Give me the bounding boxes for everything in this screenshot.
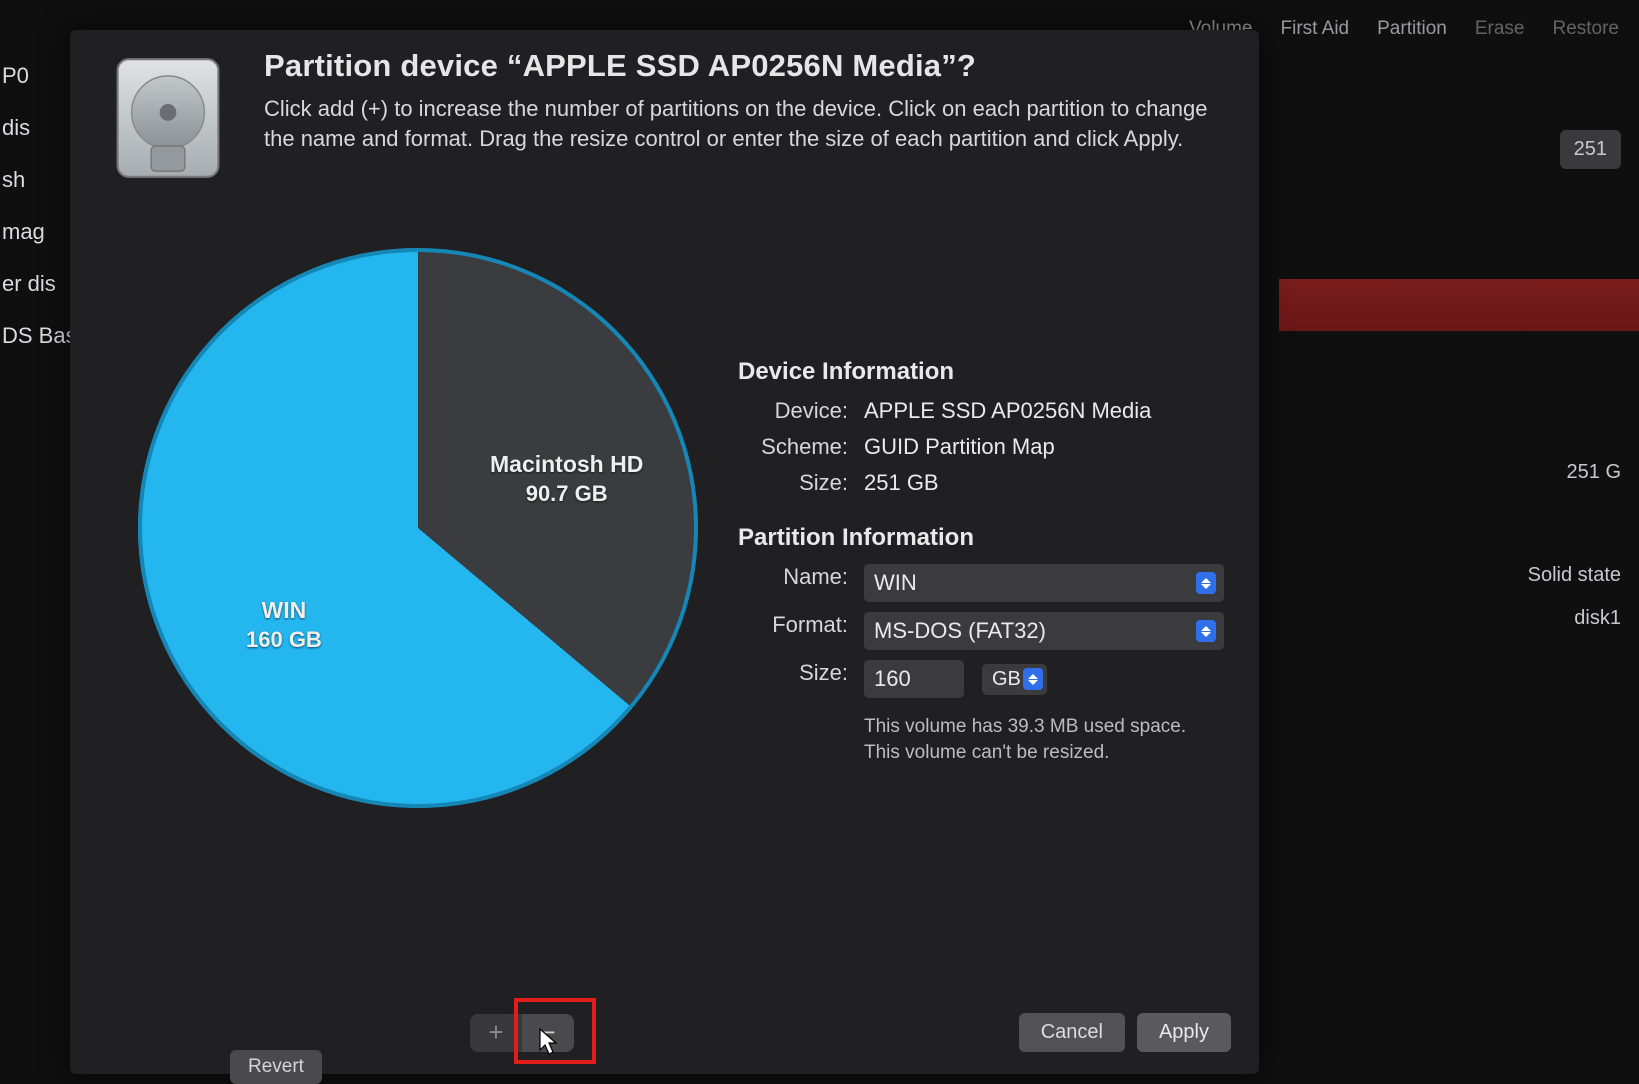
toolbar-item-partition[interactable]: Partition [1377,18,1447,40]
bg-info-row: 251 G [1279,451,1639,494]
bg-sidebar-item: DS Bas [2,310,70,362]
bg-sidebar-item: er dis [2,258,70,310]
partition-name-input[interactable] [864,564,1224,602]
pie-slice-name: WIN [246,596,322,626]
bg-sidebar-item: sh [2,154,70,206]
revert-button[interactable]: Revert [230,1050,322,1084]
partition-hint: This volume has 39.3 MB used space. This… [738,714,1231,765]
pie-slice-size: 90.7 GB [490,480,643,509]
label-size: Size: [738,470,848,496]
bg-sidebar-item: P0 [2,50,70,102]
cancel-button[interactable]: Cancel [1019,1013,1125,1052]
partition-pie-chart[interactable]: Macintosh HD 90.7 GB WIN 160 GB [138,248,698,808]
device-info-heading: Device Information [738,358,1231,386]
label-format: Format: [738,612,848,650]
add-partition-button[interactable]: + [470,1014,522,1052]
pie-slice-label-macintosh: Macintosh HD 90.7 GB [490,450,643,508]
toolbar-item-firstaid[interactable]: First Aid [1281,18,1350,40]
info-panel: Device Information Device: APPLE SSD AP0… [738,358,1231,765]
bg-info-row: disk1 [1279,597,1639,640]
bg-sidebar: P0 dis sh mag er dis DS Bas [0,50,70,362]
bg-usage-bar [1279,279,1639,331]
value-size: 251 GB [864,470,1231,496]
partition-size-input[interactable] [864,660,964,698]
pie-graphic[interactable] [138,248,698,808]
chevron-updown-icon[interactable] [1023,668,1043,690]
size-unit-select[interactable]: GB [982,664,1047,695]
chevron-updown-icon[interactable] [1196,620,1216,642]
label-scheme: Scheme: [738,434,848,460]
toolbar-item-restore[interactable]: Restore [1552,18,1619,40]
dialog-footer: + − Cancel Apply [70,1013,1259,1052]
dialog-subtitle: Click add (+) to increase the number of … [264,94,1231,153]
bg-infopanel: 251 251 G Solid state disk1 [1279,120,1639,640]
partition-dialog: Partition device “APPLE SSD AP0256N Medi… [70,30,1259,1074]
apply-button[interactable]: Apply [1137,1013,1231,1052]
toolbar-item-erase[interactable]: Erase [1475,18,1525,40]
pie-slice-label-win: WIN 160 GB [246,596,322,654]
partition-format-select[interactable]: MS-DOS (FAT32) [864,612,1224,650]
partition-info-heading: Partition Information [738,524,1231,552]
stepper-icon[interactable] [1196,572,1216,594]
hard-drive-icon [98,48,238,188]
dialog-title: Partition device “APPLE SSD AP0256N Medi… [264,48,1231,84]
dialog-header: Partition device “APPLE SSD AP0256N Medi… [98,48,1231,188]
label-device: Device: [738,398,848,424]
label-name: Name: [738,564,848,602]
label-partition-size: Size: [738,660,848,698]
bg-size-box: 251 [1560,130,1621,169]
pie-slice-size: 160 GB [246,626,322,655]
bg-info-row: Solid state [1279,554,1639,597]
bg-sidebar-item: dis [2,102,70,154]
hint-line-2: This volume can't be resized. [864,740,1231,766]
value-scheme: GUID Partition Map [864,434,1231,460]
bg-sidebar-item: mag [2,206,70,258]
cursor-icon [538,1028,560,1056]
value-device: APPLE SSD AP0256N Media [864,398,1231,424]
pie-slice-name: Macintosh HD [490,450,643,480]
hint-line-1: This volume has 39.3 MB used space. [864,714,1231,740]
size-unit-label: GB [992,668,1021,691]
